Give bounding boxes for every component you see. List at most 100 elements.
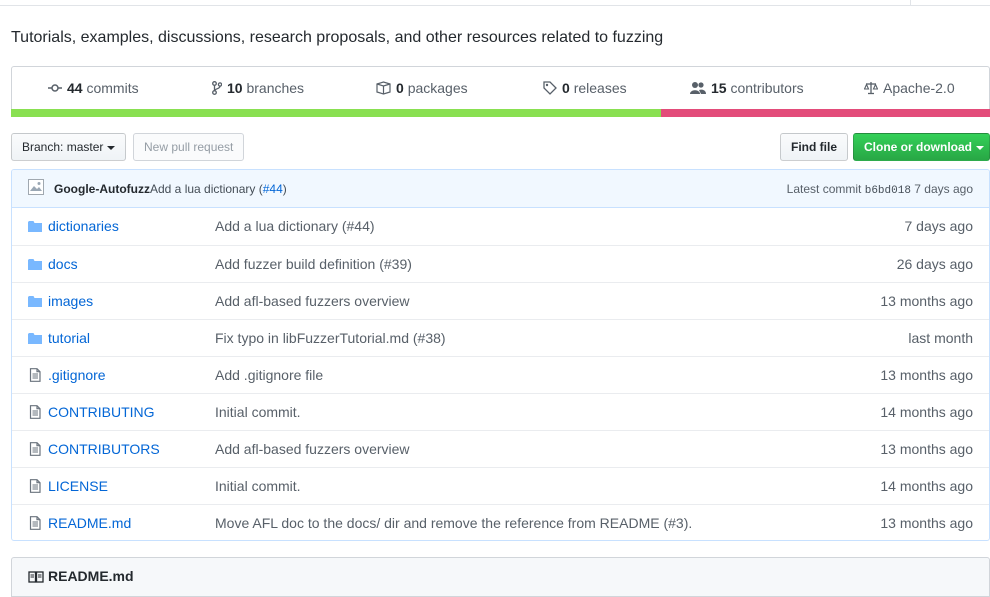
branches-link[interactable]: 10 branches <box>212 80 304 96</box>
file-name-link[interactable]: images <box>48 293 93 309</box>
package-icon <box>376 81 391 95</box>
commit-message: Add a lua dictionary (#44) <box>150 182 287 196</box>
file-icon <box>28 516 42 530</box>
releases-label: releases <box>573 80 627 96</box>
file-name-link[interactable]: docs <box>48 256 78 272</box>
branches-count: 10 <box>227 80 243 96</box>
folder-icon <box>28 219 42 233</box>
file-row[interactable]: images Add afl-based fuzzers overview 13 m… <box>12 282 989 319</box>
file-icon <box>28 442 42 456</box>
commits-count: 44 <box>67 80 83 96</box>
readme-title: README.md <box>48 568 134 584</box>
file-age: 7 days ago <box>904 218 974 234</box>
readme-header: README.md <box>11 557 990 597</box>
folder-icon <box>28 294 42 308</box>
top-divider <box>910 0 911 6</box>
file-row[interactable]: CONTRIBUTORS Add afl-based fuzzers overvi… <box>12 430 989 467</box>
file-age: 26 days ago <box>896 256 973 272</box>
file-row[interactable]: .gitignore Add .gitignore file 13 months a… <box>12 356 989 393</box>
releases-link[interactable]: 0 releases <box>543 80 627 96</box>
file-name-link[interactable]: CONTRIBUTORS <box>48 441 160 457</box>
language-segment[interactable] <box>660 109 990 117</box>
file-row[interactable]: CONTRIBUTING Initial commit. 14 months ago <box>12 393 989 430</box>
file-name-link[interactable]: README.md <box>48 515 131 531</box>
file-age: 13 months ago <box>880 515 973 531</box>
commit-author-link[interactable]: Google-Autofuzz <box>54 182 150 196</box>
latest-commit-age: 7 days ago <box>914 182 973 196</box>
avatar[interactable] <box>28 179 44 195</box>
caret-down-icon <box>976 145 984 150</box>
people-icon <box>690 82 706 94</box>
file-age: 14 months ago <box>880 404 973 420</box>
file-age: 13 months ago <box>880 293 973 309</box>
branches-label: branches <box>246 80 305 96</box>
commits-label: commits <box>86 80 139 96</box>
releases-count: 0 <box>562 80 570 96</box>
file-commit-message-link[interactable]: Add .gitignore file <box>215 367 323 383</box>
contributors-link[interactable]: 15 contributors <box>690 80 804 96</box>
commit-icon <box>48 84 62 92</box>
repo-description: Tutorials, examples, discussions, resear… <box>11 29 664 46</box>
file-commit-message-link[interactable]: Add afl-based fuzzers overview <box>215 293 410 309</box>
file-list: dictionaries Add a lua dictionary (#44) 7 … <box>12 208 989 540</box>
clone-label: Clone or download <box>864 140 972 154</box>
file-name-link[interactable]: LICENSE <box>48 478 108 494</box>
branch-label: Branch: <box>22 140 64 154</box>
file-commit-message-link[interactable]: Initial commit. <box>215 404 301 420</box>
file-commit-message-link[interactable]: Add fuzzer build definition (#39) <box>215 256 412 272</box>
latest-commit-info: Latest commit b6bd018 7 days ago <box>787 182 973 197</box>
file-commit-message-link[interactable]: Add a lua dictionary (#44) <box>215 218 375 234</box>
file-row[interactable]: README.md Move AFL doc to the docs/ dir a… <box>12 504 989 540</box>
packages-link[interactable]: 0 packages <box>376 80 468 96</box>
file-icon <box>28 479 42 493</box>
branch-icon <box>212 81 222 95</box>
law-icon <box>864 82 878 95</box>
language-bar[interactable] <box>11 109 990 117</box>
numbers-summary: 44 commits 10 branches 0 packages 0 rele… <box>11 66 990 117</box>
file-age: 13 months ago <box>880 441 973 457</box>
caret-down-icon <box>107 145 116 150</box>
tag-icon <box>543 81 557 95</box>
file-commit-message-link[interactable]: Initial commit. <box>215 478 301 494</box>
branch-select-button[interactable]: Branch: master <box>11 133 127 161</box>
contributors-count: 15 <box>711 80 727 96</box>
file-name-link[interactable]: .gitignore <box>48 367 106 383</box>
file-commit-message-link[interactable]: Add afl-based fuzzers overview <box>215 441 410 457</box>
branch-value: master <box>66 140 104 154</box>
folder-icon <box>28 331 42 345</box>
latest-commit-label: Latest commit <box>786 182 862 196</box>
new-pull-request-button[interactable]: New pull request <box>133 133 245 161</box>
clone-download-button[interactable]: Clone or download <box>853 133 990 161</box>
commit-sha-link[interactable]: b6bd018 <box>865 185 911 197</box>
folder-icon <box>28 257 42 271</box>
file-name-link[interactable]: CONTRIBUTING <box>48 404 155 420</box>
file-icon <box>28 405 42 419</box>
file-row[interactable]: docs Add fuzzer build definition (#39) 26 … <box>12 245 989 282</box>
find-file-button[interactable]: Find file <box>780 133 848 161</box>
file-commit-message-link[interactable]: Move AFL doc to the docs/ dir and remove… <box>215 515 692 531</box>
license-label: Apache-2.0 <box>883 80 955 96</box>
book-icon <box>28 571 44 583</box>
packages-count: 0 <box>396 80 404 96</box>
file-age: 14 months ago <box>880 478 973 494</box>
commits-link[interactable]: 44 commits <box>48 80 139 96</box>
language-segment[interactable] <box>11 109 661 117</box>
license-link[interactable]: Apache-2.0 <box>864 80 955 96</box>
latest-commit-bar: Google-Autofuzz Add a lua dictionary (#4… <box>12 170 989 208</box>
commit-pr-link[interactable]: #44 <box>263 182 283 196</box>
file-row[interactable]: tutorial Fix typo in libFuzzerTutorial.md… <box>12 319 989 356</box>
top-border <box>0 0 990 6</box>
file-age: last month <box>908 330 973 346</box>
commit-message-text: Add a lua dictionary ( <box>150 182 263 196</box>
file-navigator: Google-Autofuzz Add a lua dictionary (#4… <box>11 169 990 541</box>
packages-label: packages <box>407 80 468 96</box>
file-icon <box>28 368 42 382</box>
file-row[interactable]: dictionaries Add a lua dictionary (#44) 7 … <box>12 208 989 245</box>
file-name-link[interactable]: dictionaries <box>48 218 119 234</box>
commit-message-end: ) <box>282 182 287 196</box>
file-age: 13 months ago <box>880 367 973 383</box>
file-commit-message-link[interactable]: Fix typo in libFuzzerTutorial.md (#38) <box>215 330 446 346</box>
file-name-link[interactable]: tutorial <box>48 330 90 346</box>
contributors-label: contributors <box>730 80 804 96</box>
file-row[interactable]: LICENSE Initial commit. 14 months ago <box>12 467 989 504</box>
